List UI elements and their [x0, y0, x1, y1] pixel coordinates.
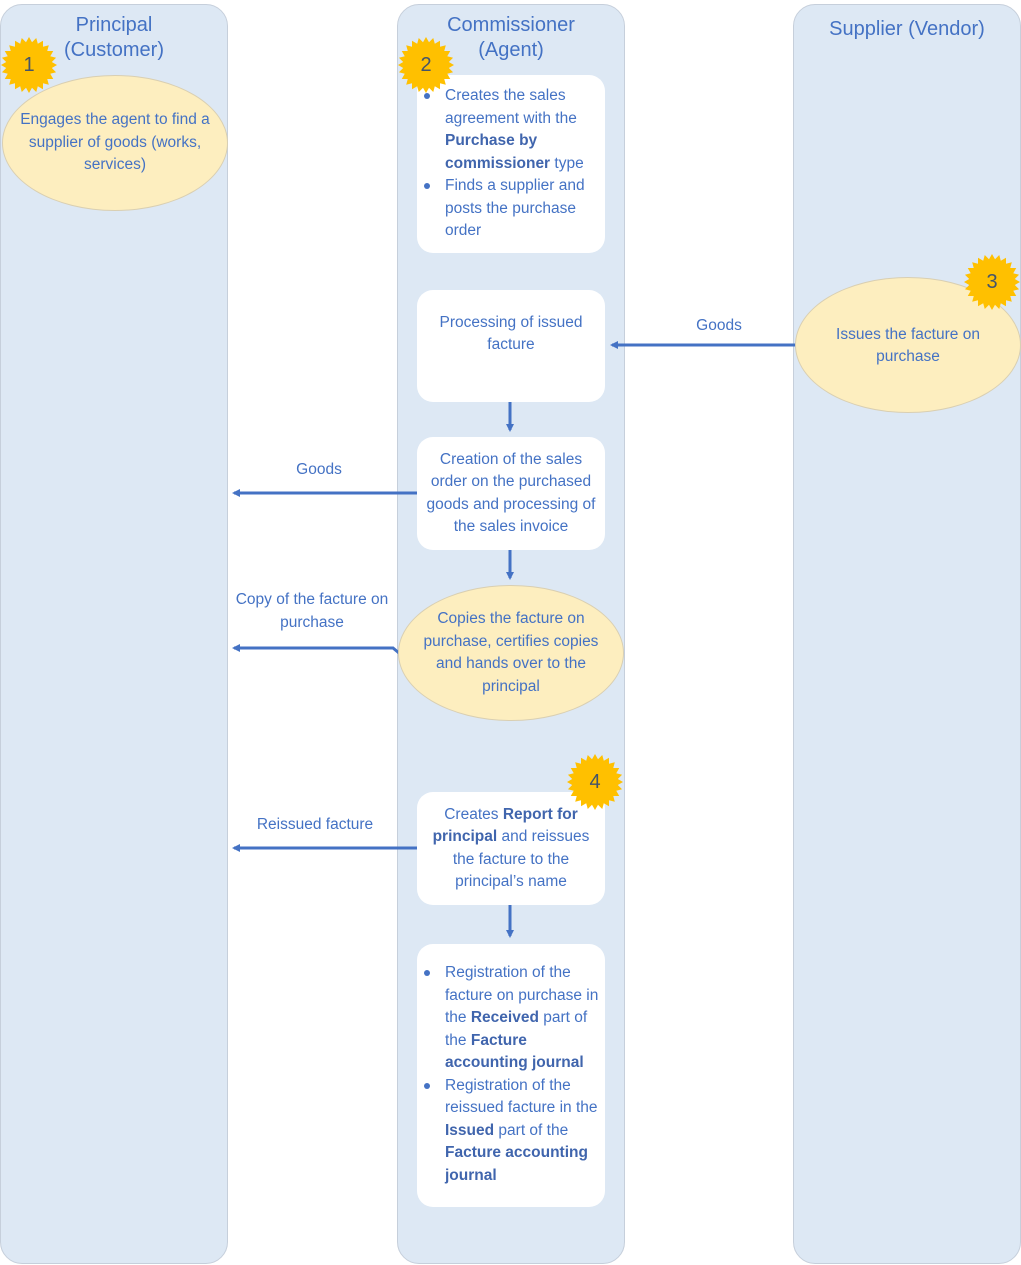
- step2-bullet-2: Finds a supplier and posts the purchase …: [424, 175, 599, 243]
- flow-label-goods-from-supplier: Goods: [696, 317, 742, 334]
- copies-ellipse: Copies the facture on purchase, certifie…: [398, 585, 624, 721]
- step-badge-4: 4: [566, 753, 624, 811]
- badge-number: 2: [420, 53, 432, 76]
- registration-box: Registration of the facture on purchase …: [417, 944, 605, 1207]
- bold-text: Purchase by commissioner: [445, 132, 551, 172]
- sales-order-text: Creation of the sales order on the purch…: [426, 450, 596, 536]
- text: Registration of the reissued facture in …: [445, 1076, 598, 1117]
- badge-number: 3: [986, 270, 998, 293]
- flow-label-goods-to-principal: Goods: [296, 461, 342, 478]
- step2-bullet-1: Creates the sales agreement with the Pur…: [424, 85, 599, 175]
- registration-list: Registration of the facture on purchase …: [424, 962, 599, 1188]
- step-badge-2: 2: [397, 36, 455, 94]
- text: type: [550, 154, 584, 172]
- text: Creates the sales agreement with the: [445, 87, 577, 127]
- step-badge-3: 3: [963, 253, 1021, 311]
- step1-ellipse: Engages the agent to find a supplier of …: [2, 75, 228, 211]
- step-badge-1: 1: [0, 36, 58, 94]
- text: Creates: [444, 805, 503, 823]
- registration-bullet-1: Registration of the facture on purchase …: [424, 962, 599, 1075]
- processing-box: Processing of issued facture: [417, 290, 605, 402]
- flow-label-reissued-to-principal: Reissued facture: [256, 816, 374, 833]
- sales-order-box: Creation of the sales order on the purch…: [417, 437, 605, 550]
- arrow-copy-to-principal: [232, 644, 400, 655]
- registration-bullet-2: Registration of the reissued facture in …: [424, 1075, 599, 1188]
- badge-number: 4: [589, 770, 601, 793]
- step1-text: Engages the agent to find a supplier of …: [20, 111, 210, 174]
- copies-text: Copies the facture on purchase, certifie…: [423, 610, 599, 695]
- step2-box: Creates the sales agreement with the Pur…: [417, 75, 605, 253]
- flow-label-copy-to-principal: Copy of the facture on purchase: [235, 591, 389, 631]
- processing-text: Processing of issued facture: [439, 313, 583, 354]
- step4-text: Creates Report for principal and reissue…: [425, 804, 597, 894]
- text: part of the: [494, 1121, 569, 1139]
- text: Finds a supplier and posts the purchase …: [445, 177, 585, 239]
- step3-text: Issues the facture on purchase: [836, 325, 980, 366]
- step2-list: Creates the sales agreement with the Pur…: [424, 85, 599, 243]
- bold-text: Received: [470, 1009, 539, 1026]
- badge-number: 1: [23, 53, 35, 76]
- bold-text: Issued: [445, 1121, 495, 1139]
- bold-text: Facture accounting journal: [445, 1144, 588, 1184]
